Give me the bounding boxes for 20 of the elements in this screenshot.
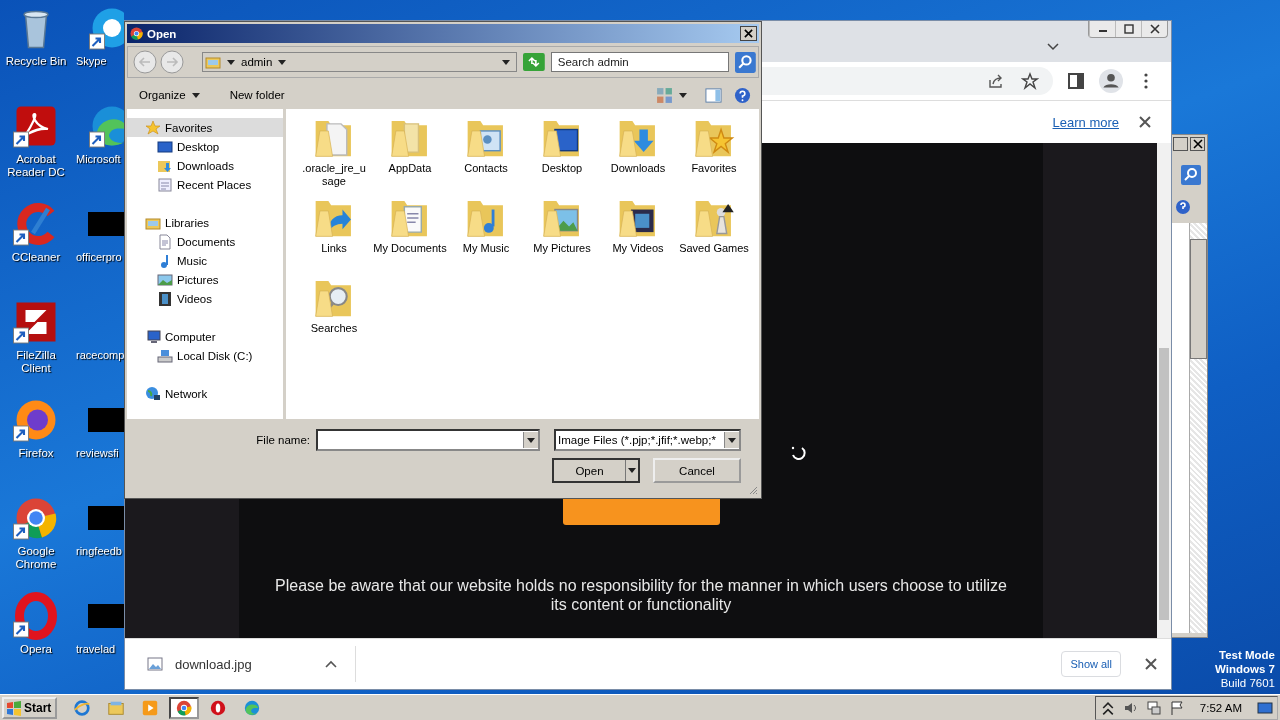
icon-label: Skype (76, 55, 107, 68)
icon-label: FileZilla Client (15, 349, 57, 375)
watermark-text: Build 7601 (1220, 676, 1275, 690)
icon-label: ringfeedb (76, 545, 122, 558)
icon-label: CCleaner (10, 251, 62, 264)
watermark-text: Windows 7 (1215, 662, 1275, 676)
icon-label: Recycle Bin (4, 55, 68, 68)
icon-label: officerpro (76, 251, 122, 264)
icon-label: travelad (76, 643, 116, 656)
icon-label: Google Chrome (14, 545, 58, 571)
icon-label: racecomp (76, 349, 125, 362)
icon-label: Opera (19, 643, 53, 656)
icon-label: Firefox (17, 447, 55, 460)
field-label: File name: (256, 434, 310, 446)
disclaimer-text: Please be aware that our website holds no responsibility for the manner in which users choose to utilize its content or functionality (274, 576, 1008, 614)
watermark-text: Test Mode (1219, 648, 1275, 662)
icon-label: reviewsfi (76, 447, 119, 460)
icon-label: Microsoft (76, 153, 121, 166)
icon-label: Acrobat Reader DC (6, 153, 66, 179)
window-title: Open (147, 27, 177, 40)
